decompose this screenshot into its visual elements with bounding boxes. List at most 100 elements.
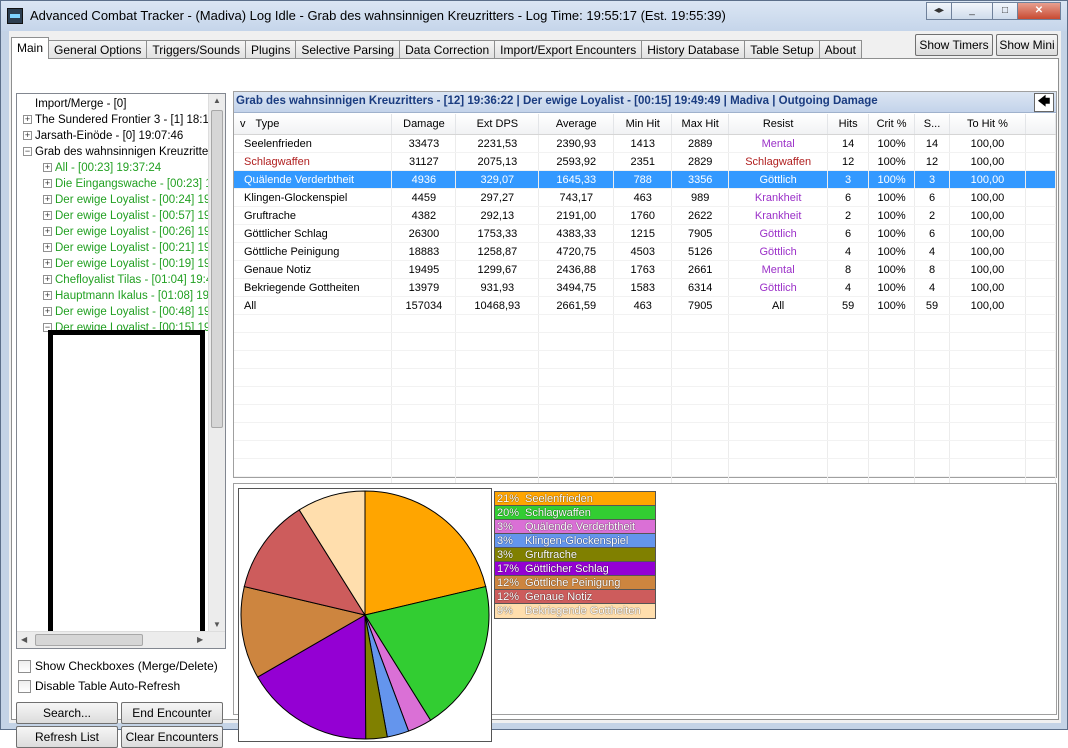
table-row[interactable]: All 157034 10468,93 2661,59 463 7905 All 59 100%… <box>234 296 1057 315</box>
tree-horizontal-scrollbar[interactable]: ◀ ▶ <box>17 631 225 648</box>
tree-item[interactable]: + Hauptmann Ikalus - [01:08] 19: <box>17 288 212 304</box>
tab-main[interactable]: Main <box>11 37 50 59</box>
expand-icon[interactable]: + <box>43 307 52 316</box>
tab-data-correction[interactable]: Data Correction <box>399 40 496 59</box>
table-row[interactable]: Schlagwaffen 31127 2075,13 2593,92 2351 2829 S… <box>234 152 1057 171</box>
tree-item[interactable]: + Jarsath-Einöde - [0] 19:07:46 <box>17 128 207 144</box>
scroll-down-icon[interactable]: ▼ <box>213 620 221 629</box>
table-cell: 2661 <box>671 260 730 279</box>
expand-icon[interactable]: + <box>43 275 52 284</box>
tree-item[interactable]: + Der ewige Loyalist - [00:57] 19: <box>17 208 214 224</box>
tree-item[interactable]: + Der ewige Loyalist - [00:19] 19: <box>17 256 214 272</box>
back-arrow-icon[interactable]: 🡄 <box>1034 93 1054 112</box>
column-header[interactable]: Average <box>538 114 615 135</box>
window-title: Advanced Combat Tracker - (Madiva) Log I… <box>30 8 726 23</box>
table-empty-cell <box>1025 350 1057 369</box>
tree-item[interactable]: + The Sundered Frontier 3 - [1] 18:14 <box>17 112 215 128</box>
expand-icon[interactable]: + <box>23 131 32 140</box>
tab-general-options[interactable]: General Options <box>48 40 148 59</box>
expand-icon[interactable]: + <box>43 227 52 236</box>
tab-import-export-encounters[interactable]: Import/Export Encounters <box>494 40 643 59</box>
expand-icon[interactable]: + <box>23 115 32 124</box>
encounter-header-bar: Grab des wahnsinnigen Kreuzritters - [12… <box>234 92 1056 113</box>
table-empty-cell <box>671 350 730 369</box>
show-timers-button[interactable]: Show Timers <box>915 34 993 56</box>
maximize-button[interactable]: □ <box>992 2 1018 20</box>
column-header[interactable]: v Type <box>234 114 393 135</box>
table-row[interactable]: Quälende Verderbtheit 4936 329,07 1645,33 78… <box>234 170 1057 189</box>
table-empty-cell <box>234 350 393 369</box>
table-row[interactable]: Gruftrache 4382 292,13 2191,00 1760 2622 Krank… <box>234 206 1057 225</box>
table-cell: 6 <box>914 224 951 243</box>
expand-icon[interactable]: + <box>43 243 52 252</box>
search-button[interactable]: Search... <box>16 702 118 724</box>
close-button[interactable]: ✕ <box>1017 2 1061 20</box>
table-row[interactable]: Genaue Notiz 19495 1299,67 2436,88 1763 2661 M… <box>234 260 1057 279</box>
app-icon[interactable] <box>7 8 23 24</box>
encounter-tree[interactable]: Import/Merge - [0] + The Sundered Frontier… <box>16 93 226 649</box>
tree-item[interactable]: − Grab des wahnsinnigen Kreuzritters <box>17 144 218 160</box>
column-header[interactable]: To Hit % <box>949 114 1026 135</box>
tree-scroll-thumb[interactable] <box>211 110 223 428</box>
tab-triggers-sounds[interactable]: Triggers/Sounds <box>146 40 247 59</box>
clear-encounters-button[interactable]: Clear Encounters <box>121 726 223 748</box>
tree-item[interactable]: + Die Eingangswache - [00:23] 1 <box>17 176 212 192</box>
tree-item[interactable]: + Der ewige Loyalist - [00:26] 19: <box>17 224 214 240</box>
tab-history-database[interactable]: History Database <box>641 40 746 59</box>
table-empty-cell <box>1025 440 1057 459</box>
sort-chevron-icon[interactable]: v <box>240 118 246 130</box>
table-row[interactable]: Göttliche Peinigung 18883 1258,87 4720,75 45… <box>234 242 1057 261</box>
table-row[interactable]: Klingen-Glockenspiel 4459 297,27 743,17 463 9… <box>234 188 1057 207</box>
tree-vertical-scrollbar[interactable]: ▲ ▼ <box>208 94 225 632</box>
column-header[interactable]: Min Hit <box>613 114 673 135</box>
tree-item[interactable]: + Der ewige Loyalist - [00:48] 19: <box>17 304 214 320</box>
scroll-left-icon[interactable]: ◀ <box>21 635 27 644</box>
disable-refresh-checkbox[interactable] <box>18 680 31 693</box>
table-cell: 10468,93 <box>455 296 540 315</box>
expand-icon[interactable]: + <box>43 211 52 220</box>
column-header[interactable]: Crit % <box>868 114 916 135</box>
expand-icon[interactable]: + <box>43 179 52 188</box>
restore-icon[interactable]: ◂▸ <box>926 2 952 20</box>
tree-item[interactable]: + Chefloyalist Tilas - [01:04] 19:42 <box>17 272 219 288</box>
tree-hscroll-thumb[interactable] <box>35 634 143 646</box>
expand-icon[interactable]: + <box>43 291 52 300</box>
expand-icon[interactable]: + <box>43 195 52 204</box>
tree-item[interactable]: Import/Merge - [0] <box>17 96 207 112</box>
show-mini-button[interactable]: Show Mini <box>996 34 1058 56</box>
legend-percent: 12% <box>497 591 520 603</box>
column-header[interactable]: Damage <box>391 114 457 135</box>
tree-item[interactable]: + Der ewige Loyalist - [00:24] 19: <box>17 192 214 208</box>
expand-icon[interactable]: + <box>43 259 52 268</box>
scroll-up-icon[interactable]: ▲ <box>213 96 221 105</box>
tree-item[interactable]: + Der ewige Loyalist - [00:21] 19: <box>17 240 214 256</box>
table-empty-cell <box>234 440 393 459</box>
table-cell: 7905 <box>671 296 730 315</box>
tab-plugins[interactable]: Plugins <box>245 40 297 59</box>
tree-item[interactable]: + All - [00:23] 19:37:24 <box>17 160 207 176</box>
tree-item-label: Jarsath-Einöde - [0] 19:07:46 <box>35 130 184 142</box>
show-checkboxes-checkbox[interactable] <box>18 660 31 673</box>
column-header[interactable]: Ext DPS <box>455 114 540 135</box>
expand-icon[interactable]: + <box>43 163 52 172</box>
collapse-icon[interactable]: − <box>23 147 32 156</box>
tab-about[interactable]: About <box>818 40 862 59</box>
tab-selective-parsing[interactable]: Selective Parsing <box>295 40 401 59</box>
column-header[interactable]: Hits <box>827 114 870 135</box>
table-row[interactable]: Seelenfrieden 33473 2231,53 2390,93 1413 2889… <box>234 134 1057 153</box>
column-header[interactable]: Max Hit <box>671 114 730 135</box>
table-row[interactable]: Bekriegende Gottheiten 13979 931,93 3494,75… <box>234 278 1057 297</box>
damage-table[interactable]: v Type Damage Ext DPS Average Min Hit Max Hit R… <box>234 114 1057 495</box>
table-empty-cell <box>949 440 1026 459</box>
column-header[interactable]: S... <box>914 114 951 135</box>
end-encounter-button[interactable]: End Encounter <box>121 702 223 724</box>
title-bar[interactable]: Advanced Combat Tracker - (Madiva) Log I… <box>1 1 1067 31</box>
table-row[interactable]: Göttlicher Schlag 26300 1753,33 4383,33 1215… <box>234 224 1057 243</box>
table-cell: Seelenfrieden <box>234 134 393 153</box>
tab-table-setup[interactable]: Table Setup <box>744 40 820 59</box>
refresh-list-button[interactable]: Refresh List <box>16 726 118 748</box>
scroll-right-icon[interactable]: ▶ <box>197 635 203 644</box>
column-header[interactable]: Resist <box>728 114 829 135</box>
minimize-button[interactable]: _ <box>951 2 993 20</box>
pie-legend: 21% Seelenfrieden 20% Schlagwaffen 3% Quälend… <box>494 491 656 619</box>
